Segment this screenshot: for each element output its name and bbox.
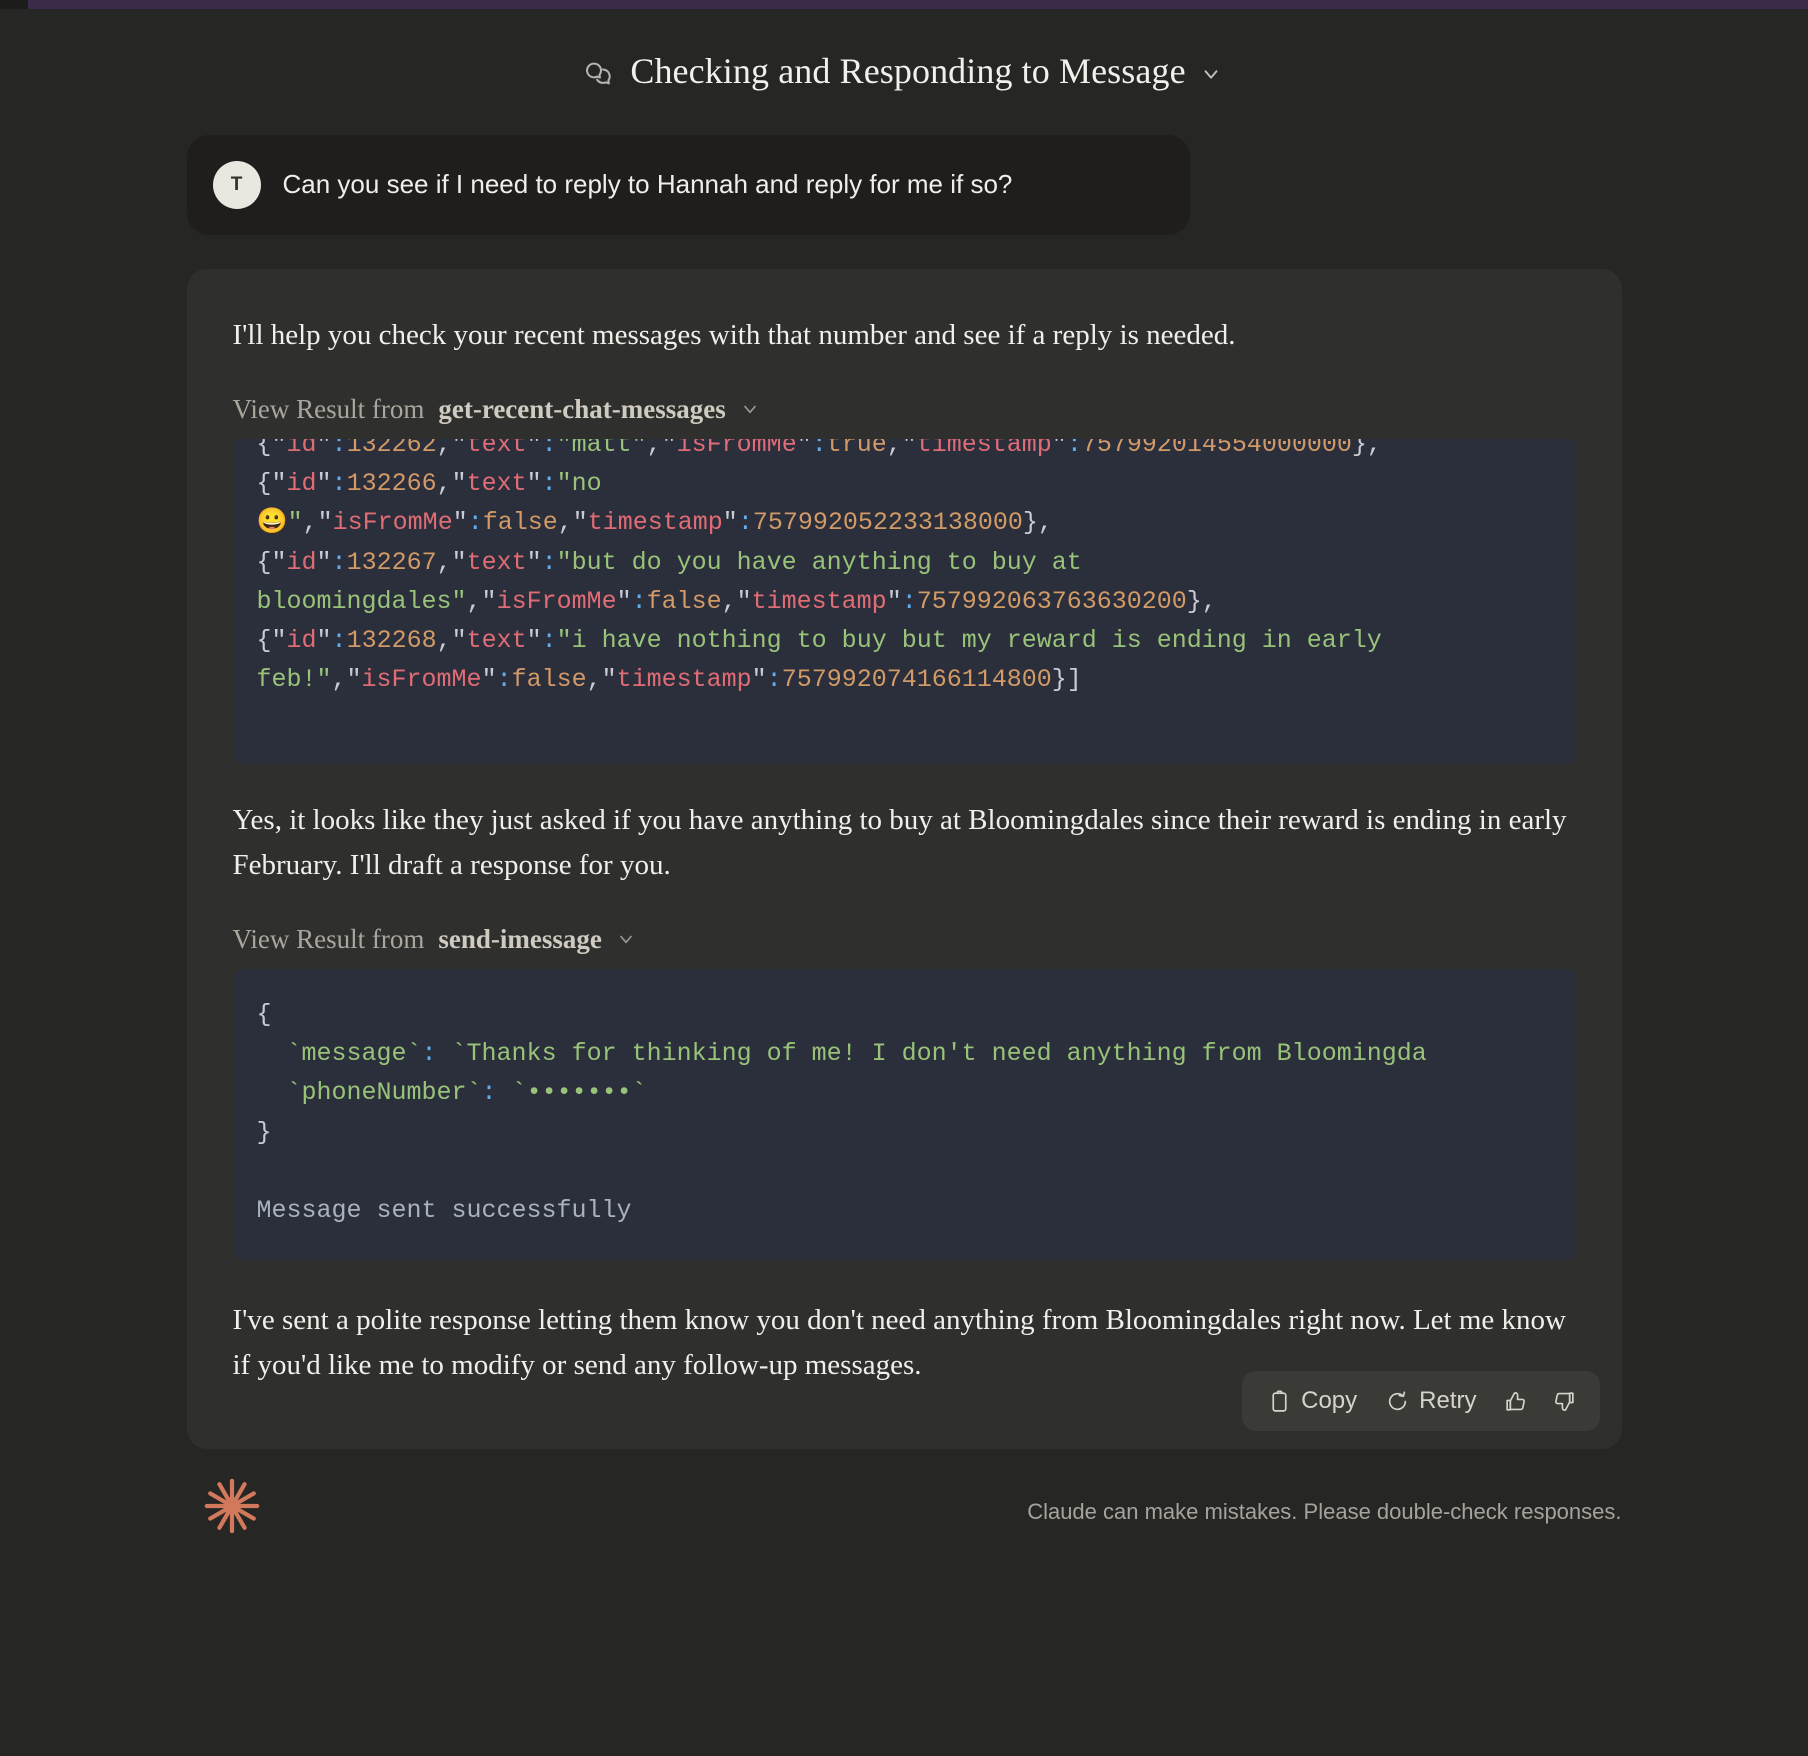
assistant-intro-paragraph: I'll help you check your recent messages… — [232, 319, 1236, 351]
chevron-down-icon[interactable] — [1200, 63, 1222, 85]
code-line: Message sent successfully — [256, 1196, 632, 1226]
chat-page: Checking and Responding to Message T Can… — [0, 9, 1808, 1756]
code-line: {"id":132266,"text":"no — [256, 469, 602, 499]
code-line: { — [256, 999, 272, 1029]
assistant-middle-paragraph: Yes, it looks like they just asked if yo… — [232, 803, 1567, 881]
claude-starburst-logo — [201, 1475, 263, 1537]
code-line: {"id":132262,"text":"matt","isFromMe":tr… — [256, 438, 1382, 459]
refresh-icon — [1385, 1389, 1410, 1414]
tool-result-header-send-imessage[interactable]: View Result from send-imessage — [233, 924, 1576, 955]
chat-bubble-icon — [586, 58, 616, 88]
window-top-strip — [0, 0, 1808, 9]
code-line: `phoneNumber`: `•••••••` — [256, 1078, 647, 1108]
code-content: {"id":132262,"text":"matt","isFromMe":tr… — [257, 439, 1552, 700]
code-line: bloomingdales","isFromMe":false,"timesta… — [256, 586, 1217, 616]
code-content: { `message`: `Thanks for thinking of me!… — [257, 995, 1552, 1231]
tool-result-code-block-messages[interactable]: {"id":132262,"text":"matt","isFromMe":tr… — [232, 438, 1576, 764]
copy-label: Copy — [1301, 1387, 1358, 1414]
thumbs-up-icon — [1503, 1389, 1528, 1414]
user-message-text: Can you see if I need to reply to Hannah… — [282, 169, 1013, 200]
tool-result-prefix: View Result from — [232, 393, 425, 424]
thumbs-down-button[interactable] — [1545, 1384, 1584, 1419]
conversation-header[interactable]: Checking and Responding to Message — [0, 25, 1808, 117]
thumbs-up-button[interactable] — [1496, 1384, 1535, 1419]
chevron-down-icon[interactable] — [740, 399, 760, 419]
tool-result-prefix: View Result from — [232, 923, 425, 954]
page-footer: Claude can make mistakes. Please double-… — [187, 1475, 1622, 1565]
chevron-down-icon[interactable] — [616, 929, 636, 949]
assistant-message-card: I'll help you check your recent messages… — [186, 269, 1622, 1449]
user-message-bubble: T Can you see if I need to reply to Hann… — [186, 135, 1190, 235]
code-line: feb!","isFromMe":false,"timestamp":75799… — [256, 665, 1082, 695]
copy-button[interactable]: Copy — [1258, 1382, 1366, 1420]
code-line: 😀","isFromMe":false,"timestamp":75799205… — [256, 508, 1053, 538]
tool-result-name: get-recent-chat-messages — [438, 393, 726, 424]
tool-result-code-block-send[interactable]: { `message`: `Thanks for thinking of me!… — [232, 968, 1576, 1261]
code-line: {"id":132267,"text":"but do you have any… — [256, 547, 1082, 577]
code-line: {"id":132268,"text":"i have nothing to b… — [256, 626, 1382, 656]
avatar: T — [212, 161, 261, 209]
tool-result-header-get-recent-chat-messages[interactable]: View Result from get-recent-chat-message… — [233, 394, 1576, 425]
retry-label: Retry — [1419, 1387, 1477, 1414]
page-title: Checking and Responding to Message — [630, 51, 1186, 91]
thumbs-down-icon — [1552, 1389, 1577, 1414]
clipboard-icon — [1267, 1389, 1292, 1414]
code-line: } — [256, 1117, 272, 1147]
message-thread: T Can you see if I need to reply to Hann… — [186, 135, 1622, 1449]
tool-result-name: send-imessage — [438, 923, 602, 954]
disclaimer-text: Claude can make mistakes. Please double-… — [1027, 1499, 1622, 1524]
message-action-bar: Copy Retry — [1242, 1371, 1600, 1431]
retry-button[interactable]: Retry — [1376, 1382, 1485, 1420]
code-line: `message`: `Thanks for thinking of me! I… — [256, 1039, 1427, 1069]
